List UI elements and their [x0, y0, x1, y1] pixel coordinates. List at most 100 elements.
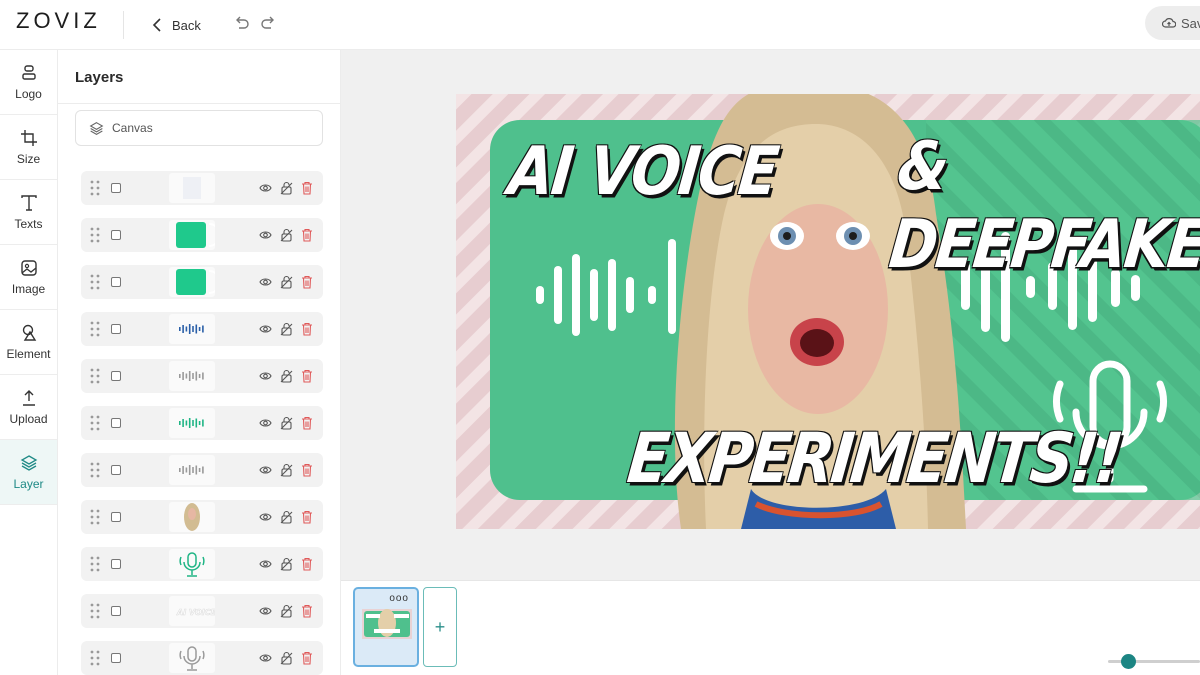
canvas-label: Canvas: [112, 121, 153, 135]
layer-thumbnail: [169, 267, 215, 297]
rail-item-image[interactable]: Image: [0, 245, 57, 310]
eye-icon[interactable]: [259, 464, 272, 476]
rail-item-upload[interactable]: Upload: [0, 375, 57, 440]
eye-icon[interactable]: [259, 605, 272, 617]
unlock-icon[interactable]: [280, 604, 293, 618]
trash-icon[interactable]: [301, 557, 313, 571]
layer-row[interactable]: [81, 359, 323, 393]
drag-handle-icon[interactable]: [90, 556, 100, 572]
unlock-icon[interactable]: [280, 322, 293, 336]
trash-icon[interactable]: [301, 416, 313, 430]
trash-icon[interactable]: [301, 181, 313, 195]
drag-handle-icon[interactable]: [90, 603, 100, 619]
layer-checkbox[interactable]: [111, 418, 121, 428]
logo-icon: [21, 64, 36, 80]
unlock-icon[interactable]: [280, 557, 293, 571]
rail-item-element[interactable]: Element: [0, 310, 57, 375]
headline-deepfake[interactable]: & DEEPFAKE: [886, 127, 1200, 283]
save-button[interactable]: Save: [1145, 6, 1200, 40]
pages-strip: ooo +: [341, 580, 1200, 675]
undo-icon[interactable]: [234, 14, 250, 32]
app-logo[interactable]: ZOVIZ: [16, 8, 101, 34]
trash-icon[interactable]: [301, 275, 313, 289]
layer-row[interactable]: [81, 265, 323, 299]
drag-handle-icon[interactable]: [90, 462, 100, 478]
eye-icon[interactable]: [259, 417, 272, 429]
eye-icon[interactable]: [259, 511, 272, 523]
trash-icon[interactable]: [301, 369, 313, 383]
layer-row[interactable]: [81, 641, 323, 675]
back-button[interactable]: Back: [152, 13, 201, 37]
trash-icon[interactable]: [301, 322, 313, 336]
layer-row[interactable]: [81, 500, 323, 534]
layer-row[interactable]: [81, 406, 323, 440]
headline-experiments[interactable]: EXPERIMENTS!!: [624, 419, 1124, 500]
layer-checkbox[interactable]: [111, 230, 121, 240]
trash-icon[interactable]: [301, 463, 313, 477]
drag-handle-icon[interactable]: [90, 274, 100, 290]
unlock-icon[interactable]: [280, 463, 293, 477]
drag-handle-icon[interactable]: [90, 368, 100, 384]
trash-icon[interactable]: [301, 651, 313, 665]
layer-checkbox[interactable]: [111, 324, 121, 334]
layer-thumbnail: [169, 314, 215, 344]
cloud-save-icon: [1162, 18, 1176, 28]
rail-item-layer[interactable]: Layer: [0, 440, 57, 505]
rail-item-texts[interactable]: Texts: [0, 180, 57, 245]
eye-icon[interactable]: [259, 323, 272, 335]
layer-thumbnail: [169, 643, 215, 673]
layer-row[interactable]: [81, 312, 323, 346]
layer-checkbox[interactable]: [111, 371, 121, 381]
zoom-slider-handle[interactable]: [1121, 654, 1136, 669]
layer-checkbox[interactable]: [111, 512, 121, 522]
layer-row[interactable]: [81, 547, 323, 581]
canvas-layer[interactable]: Canvas: [75, 110, 323, 146]
rail-item-size[interactable]: Size: [0, 115, 57, 180]
page-thumbnail[interactable]: ooo: [353, 587, 419, 667]
layers-icon: [89, 121, 104, 135]
unlock-icon[interactable]: [280, 181, 293, 195]
drag-handle-icon[interactable]: [90, 180, 100, 196]
layer-row[interactable]: [81, 218, 323, 252]
unlock-icon[interactable]: [280, 369, 293, 383]
drag-handle-icon[interactable]: [90, 415, 100, 431]
layer-checkbox[interactable]: [111, 559, 121, 569]
design-canvas[interactable]: AI VOICE & DEEPFAKE EXPERIMENTS!!: [456, 94, 1200, 529]
layer-row[interactable]: [81, 171, 323, 205]
upload-icon: [22, 389, 35, 406]
add-page-button[interactable]: +: [423, 587, 457, 667]
eye-icon[interactable]: [259, 229, 272, 241]
layer-checkbox[interactable]: [111, 606, 121, 616]
drag-handle-icon[interactable]: [90, 650, 100, 666]
rail-item-logo[interactable]: Logo: [0, 50, 57, 115]
drag-handle-icon[interactable]: [90, 321, 100, 337]
unlock-icon[interactable]: [280, 651, 293, 665]
unlock-icon[interactable]: [280, 275, 293, 289]
eye-icon[interactable]: [259, 182, 272, 194]
unlock-icon[interactable]: [280, 416, 293, 430]
eye-icon[interactable]: [259, 558, 272, 570]
drag-handle-icon[interactable]: [90, 227, 100, 243]
trash-icon[interactable]: [301, 228, 313, 242]
redo-icon[interactable]: [260, 14, 276, 32]
layer-checkbox[interactable]: [111, 277, 121, 287]
eye-icon[interactable]: [259, 652, 272, 664]
chevron-left-icon: [152, 18, 161, 32]
rail-label: Element: [6, 346, 51, 361]
trash-icon[interactable]: [301, 510, 313, 524]
layer-thumbnail: [169, 408, 215, 438]
layer-row[interactable]: AI VOICE: [81, 594, 323, 628]
trash-icon[interactable]: [301, 604, 313, 618]
drag-handle-icon[interactable]: [90, 509, 100, 525]
eye-icon[interactable]: [259, 276, 272, 288]
unlock-icon[interactable]: [280, 510, 293, 524]
page-menu-icon[interactable]: ooo: [389, 593, 409, 604]
layer-checkbox[interactable]: [111, 465, 121, 475]
layer-checkbox[interactable]: [111, 653, 121, 663]
headline-ai-voice[interactable]: AI VOICE: [505, 132, 781, 210]
layer-thumbnail: AI VOICE: [169, 596, 215, 626]
unlock-icon[interactable]: [280, 228, 293, 242]
layer-checkbox[interactable]: [111, 183, 121, 193]
layer-row[interactable]: [81, 453, 323, 487]
eye-icon[interactable]: [259, 370, 272, 382]
